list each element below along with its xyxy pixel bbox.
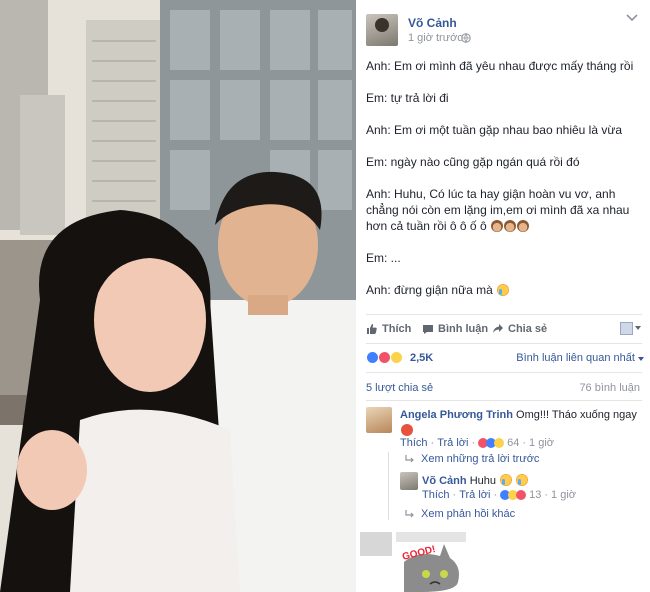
reply-reply-button[interactable]: Trả lời [459, 489, 490, 501]
monkey-emoji-icon [516, 220, 529, 232]
replier-avatar[interactable] [400, 472, 418, 490]
chevron-down-icon[interactable] [626, 14, 638, 22]
angry-emoji-icon [401, 424, 413, 436]
stats-row: 5 lượt chia sẻ 76 bình luận [366, 382, 642, 394]
post-line: Em: ngày nào cũng gặp ngán quá rồi đó [366, 155, 580, 169]
post-line-with-emoji: Anh: Huhu, Có lúc ta hay giận hoàn vu vơ… [366, 186, 646, 234]
reply-arrow-icon [405, 455, 414, 463]
cat-sticker-icon [360, 532, 466, 592]
post-line: Anh: Em ơi mình đã yêu nhau được mấy thá… [366, 59, 634, 73]
reply-actions: Thích · Trả lời · 13 · 1 giờ [422, 489, 576, 501]
reply-arrow-icon [405, 510, 414, 518]
comment-icon [423, 325, 433, 334]
like-button[interactable]: Thích [366, 323, 411, 335]
comment-count[interactable]: 76 bình luận [579, 382, 640, 394]
comment: Angela Phương Trinh Omg!!! Tháo xuống ng… [400, 408, 640, 438]
crying-emoji-icon [497, 284, 510, 296]
author-name[interactable]: Võ Cảnh [408, 16, 457, 30]
comment-sort-dropdown[interactable]: Bình luận liên quan nhất [516, 352, 644, 364]
globe-icon [461, 33, 471, 43]
post-photo[interactable] [0, 0, 356, 592]
page-thumbnail-icon [620, 321, 633, 335]
comment-button[interactable]: Bình luận [422, 323, 488, 335]
reply-reaction-count[interactable]: 13 [529, 489, 541, 501]
commenter-avatar[interactable] [366, 407, 392, 433]
crying-emoji-icon [500, 474, 513, 486]
author-avatar[interactable] [366, 14, 398, 46]
reply-thread-line [388, 452, 389, 520]
caret-down-icon [638, 357, 644, 361]
crying-emoji-icon [516, 474, 529, 486]
commenter-name[interactable]: Angela Phương Trinh [400, 409, 513, 421]
reply-time[interactable]: 1 giờ [551, 489, 576, 501]
reactions-row: 2,5K Bình luận liên quan nhất [366, 350, 646, 366]
post-timestamp[interactable]: 1 giờ trước [408, 32, 463, 44]
more-replies-link[interactable]: Xem phản hồi khác [405, 508, 515, 520]
post-text: Anh: Em ơi mình đã yêu nhau được mấy thá… [366, 58, 646, 314]
view-previous-replies-link[interactable]: Xem những trả lời trước [405, 453, 539, 465]
comment-reaction-count[interactable]: 64 [507, 437, 519, 449]
share-count-link[interactable]: 5 lượt chia sẻ [366, 382, 433, 394]
like-label: Thích [382, 323, 412, 335]
photo-illustration [0, 0, 356, 592]
post-line: Em: tự trả lời đi [366, 91, 449, 105]
monkey-emoji-icon [490, 220, 503, 232]
post-line-with-emoji: Anh: đừng giận nữa mà [366, 282, 646, 298]
share-arrow-icon [493, 324, 503, 333]
divider [366, 372, 642, 373]
share-button[interactable]: Chia sẻ [492, 323, 547, 335]
comment-time[interactable]: 1 giờ [529, 437, 554, 449]
reply-comment: Võ Cảnh Huhu [422, 474, 642, 488]
haha-reaction-icon [494, 438, 505, 448]
post-panel: Võ Cảnh 1 giờ trước Anh: Em ơi mình đã y… [356, 0, 650, 592]
comment-sticker: GOOD! [360, 532, 470, 592]
comment-label: Bình luận [438, 323, 489, 335]
caret-down-icon [635, 326, 641, 330]
comment-reply-button[interactable]: Trả lời [437, 437, 468, 449]
post-line: Em: ... [366, 251, 401, 265]
reply-like-button[interactable]: Thích [422, 489, 450, 501]
share-label: Chia sẻ [508, 323, 548, 335]
action-bar: Thích Bình luận Chia sẻ [366, 320, 646, 340]
comment-like-button[interactable]: Thích [400, 437, 428, 449]
view-previous-label: Xem những trả lời trước [421, 453, 540, 465]
reply-text: Huhu [469, 475, 496, 487]
page-selector[interactable] [620, 320, 644, 336]
love-reaction-icon [516, 490, 527, 500]
more-replies-label: Xem phản hồi khác [421, 508, 516, 520]
reaction-count[interactable]: 2,5K [410, 352, 433, 364]
thumbs-up-icon [367, 324, 377, 334]
divider [366, 314, 642, 315]
divider [366, 400, 642, 401]
divider [366, 343, 642, 344]
monkey-emoji-icon [503, 220, 516, 232]
comment-text: Omg!!! Tháo xuống ngay [516, 409, 637, 421]
replier-name[interactable]: Võ Cảnh [422, 475, 467, 487]
comment-actions: Thích · Trả lời · 64 · 1 giờ [400, 437, 554, 449]
comment-sort-label: Bình luận liên quan nhất [516, 352, 635, 364]
post-line: Anh: đừng giận nữa mà [366, 283, 493, 297]
post-line: Anh: Em ơi một tuần gặp nhau bao nhiêu l… [366, 123, 623, 137]
haha-reaction-icon[interactable] [390, 351, 403, 364]
